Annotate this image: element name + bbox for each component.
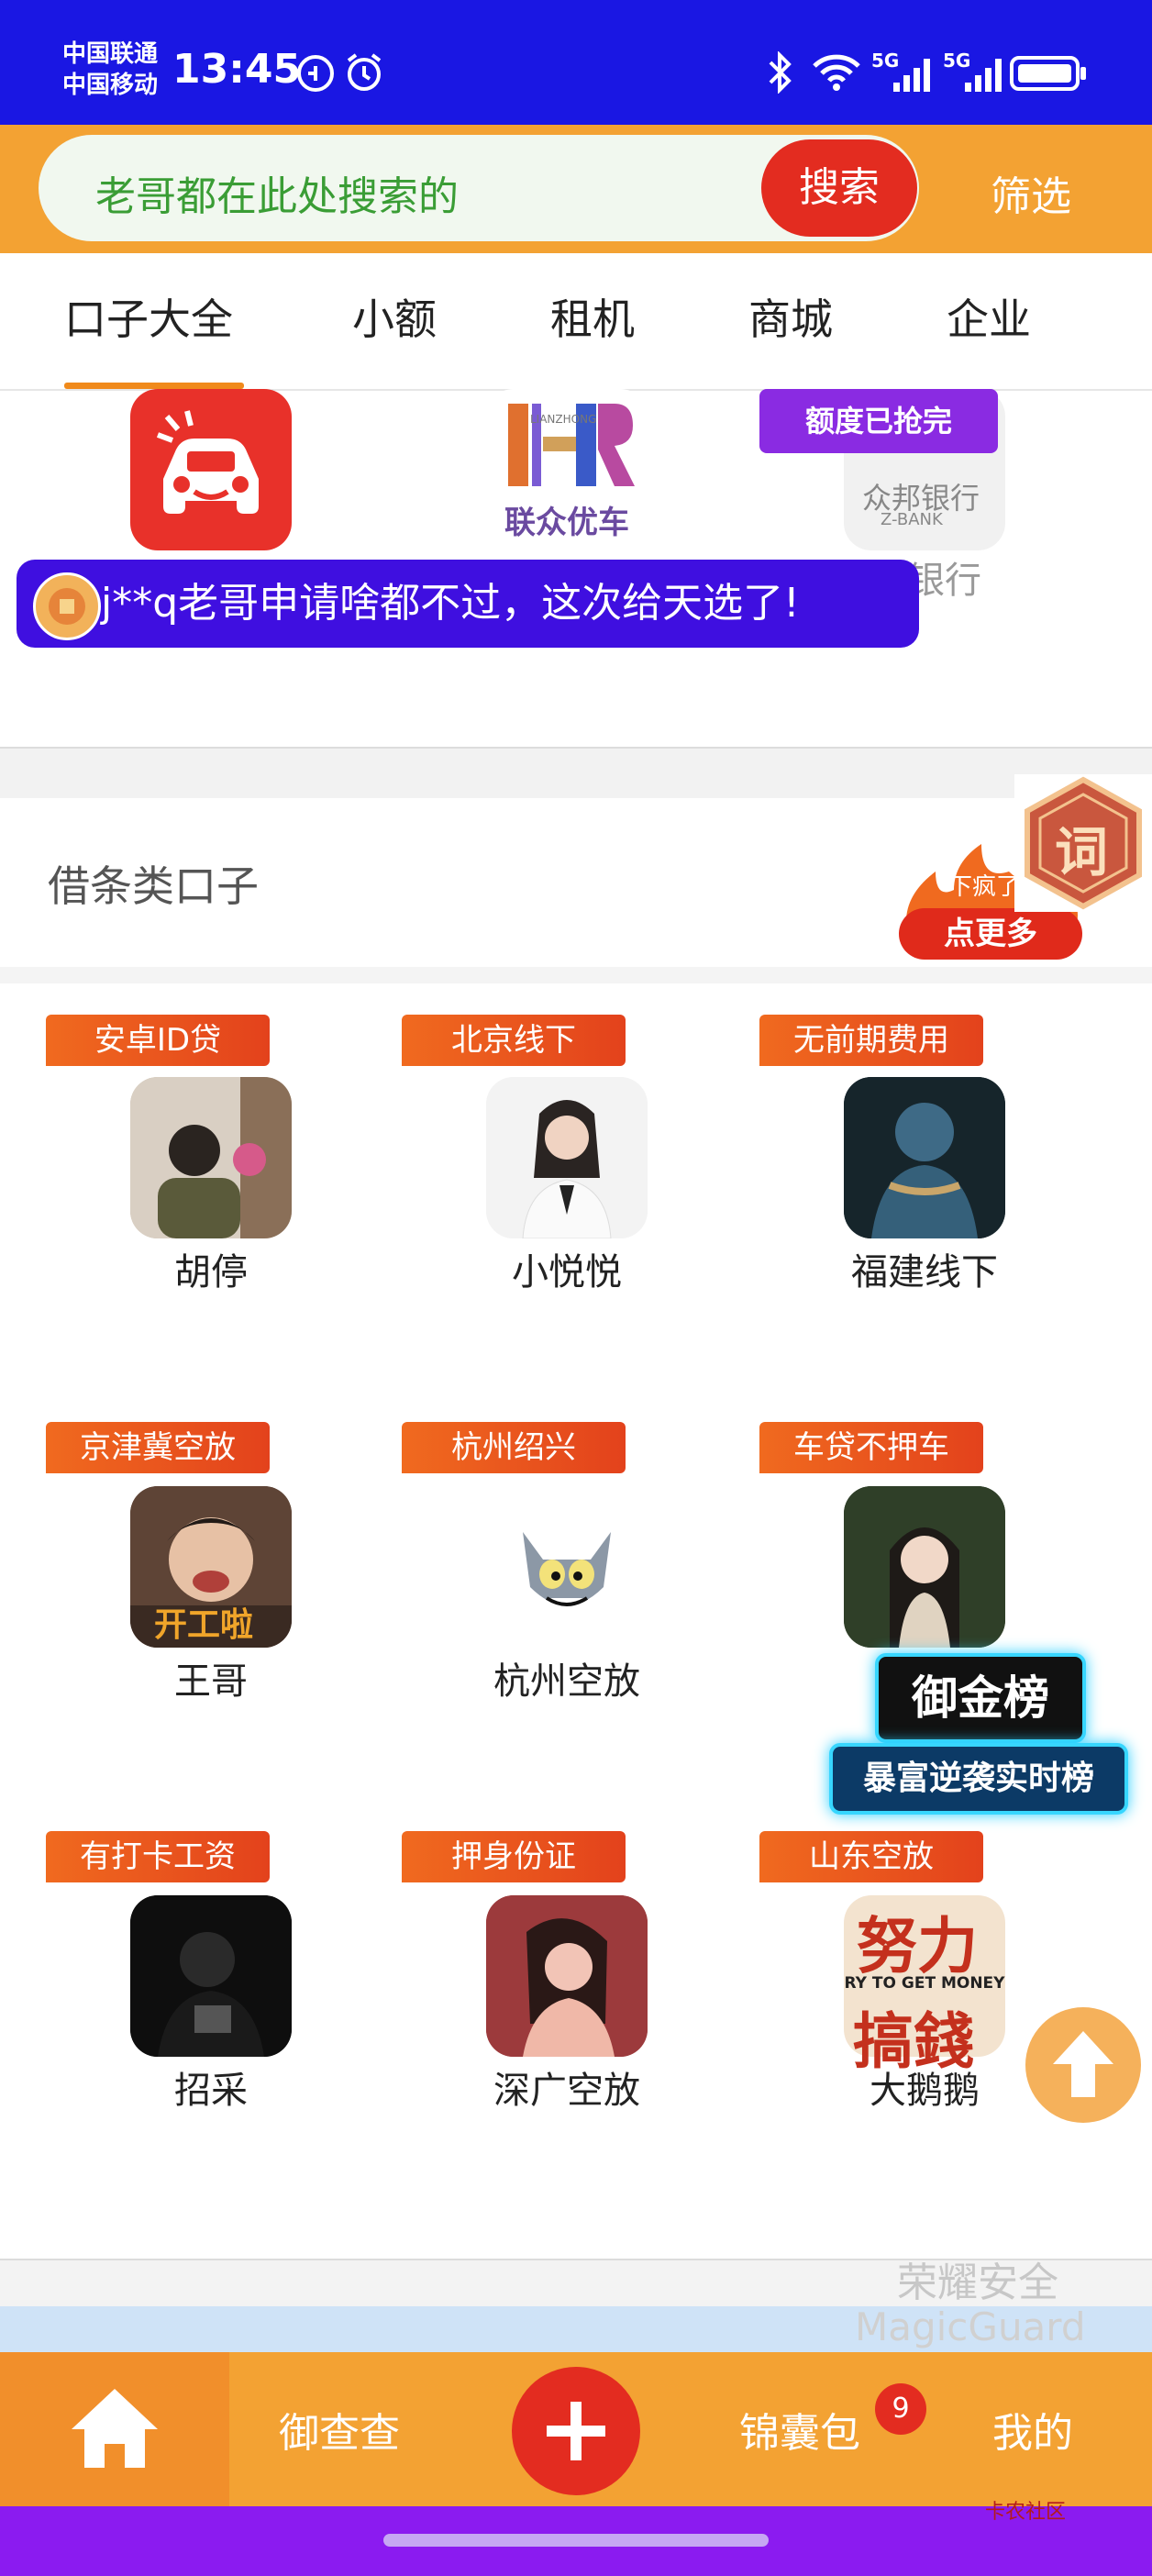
- quota-sold-out-badge: 额度已抢完: [759, 389, 998, 453]
- nav-home[interactable]: [0, 2352, 229, 2506]
- loan-item-name[interactable]: 杭州空放: [429, 1651, 704, 1704]
- ticker-avatar: [33, 572, 101, 640]
- ranking-button[interactable]: 御金榜: [875, 1653, 1086, 1743]
- alarm-icon: [343, 51, 385, 97]
- tab-koudaquan[interactable]: 口子大全: [64, 286, 233, 347]
- clock-time: 13:45: [172, 46, 302, 93]
- watermark-line2: MagicGuard: [855, 2304, 1086, 2349]
- grid-tag: 车贷不押车: [759, 1422, 983, 1473]
- loan-item-name[interactable]: 福建线下: [787, 1242, 1062, 1295]
- loan-item-name[interactable]: 深广空放: [429, 2060, 704, 2114]
- grid-tag: 京津冀空放: [46, 1422, 270, 1473]
- tab-shangcheng[interactable]: 商城: [748, 286, 833, 347]
- nav-jinnangbao[interactable]: 锦囊包: [739, 2400, 860, 2459]
- loan-item-image[interactable]: [844, 1077, 1005, 1238]
- section-gap: [0, 967, 1152, 983]
- nav-mine[interactable]: 我的: [992, 2400, 1073, 2459]
- carrier-2: 中国移动: [62, 72, 159, 99]
- search-button[interactable]: 搜索: [761, 139, 917, 237]
- tab-active-indicator: [64, 383, 244, 389]
- ranking-subtitle-button[interactable]: 暴富逆袭实时榜: [829, 1743, 1128, 1815]
- grid-tag: 杭州绍兴: [402, 1422, 626, 1473]
- ticker-text: j**q老哥申请啥都不过，这次给天选了!: [101, 580, 800, 627]
- signal-icon-1: [890, 55, 936, 97]
- image-caption-top: 努力: [857, 1910, 978, 1982]
- lianzhong-logo-sub: LIANZHONG: [530, 413, 597, 426]
- grid-tag: 有打卡工资: [46, 1831, 270, 1882]
- loan-item-name[interactable]: 大鹅鹅: [787, 2060, 1062, 2114]
- corner-watermark: 卡农社区: [985, 2501, 1067, 2524]
- lianzhong-logo-text: 联众优车: [504, 505, 629, 541]
- carrier-1: 中国联通: [62, 40, 159, 68]
- signal-icon-2: [961, 55, 1007, 97]
- nav-yuchacha[interactable]: 御查查: [279, 2400, 400, 2459]
- loan-item-name[interactable]: 招采: [73, 2060, 349, 2114]
- battery-icon: [1009, 55, 1088, 95]
- grid-tag: 北京线下: [402, 1015, 626, 1066]
- announcement-ticker: j**q老哥申请啥都不过，这次给天选了!: [17, 560, 919, 648]
- floating-badge-text: 词: [1055, 821, 1109, 883]
- scroll-top-button[interactable]: [1025, 2007, 1141, 2123]
- grid-tag: 押身份证: [402, 1831, 626, 1882]
- tab-qiye[interactable]: 企业: [947, 286, 1031, 347]
- plus-icon: [547, 2402, 605, 2460]
- gesture-handle[interactable]: [383, 2534, 769, 2547]
- loan-item-image[interactable]: [486, 1895, 648, 2057]
- loan-item-name[interactable]: 胡停: [73, 1242, 349, 1295]
- tab-zuji[interactable]: 租机: [550, 286, 635, 347]
- wifi-icon: [811, 53, 862, 95]
- grid-tag: 无前期费用: [759, 1015, 983, 1066]
- home-icon: [72, 2389, 158, 2468]
- image-caption: 开工啦: [154, 1606, 254, 1644]
- loan-item-image[interactable]: [486, 1077, 648, 1238]
- loan-item-image[interactable]: [486, 1486, 648, 1648]
- section-divider: [0, 747, 1152, 800]
- bluetooth-icon: [767, 50, 794, 97]
- grid-tag: 山东空放: [759, 1831, 983, 1882]
- loan-section-title: 借条类口子: [48, 861, 259, 911]
- loan-item-image[interactable]: [130, 1077, 292, 1238]
- add-button[interactable]: [512, 2367, 640, 2495]
- loan-item-name[interactable]: 王哥: [73, 1651, 349, 1704]
- car-app-icon[interactable]: [130, 389, 292, 550]
- search-placeholder: 老哥都在此处搜索的: [95, 173, 459, 220]
- more-hot-text: 下疯了: [948, 873, 1021, 901]
- loan-item-image[interactable]: [130, 1895, 292, 2057]
- zbank-logo-sub: Z-BANK: [881, 510, 943, 529]
- more-button[interactable]: 点更多: [899, 908, 1082, 960]
- image-caption-middle: RY TO GET MONEY: [844, 1974, 1005, 1993]
- notification-badge: 9: [875, 2383, 926, 2435]
- grid-tag: 安卓ID贷: [46, 1015, 270, 1066]
- filter-button[interactable]: 筛选: [991, 163, 1071, 222]
- loan-item-image[interactable]: [844, 1486, 1005, 1648]
- watermark-line1: 荣耀安全: [897, 2260, 1058, 2306]
- tab-xiaoe[interactable]: 小额: [352, 286, 437, 347]
- loan-item-name[interactable]: 小悦悦: [429, 1242, 704, 1295]
- data-saver-icon: [295, 53, 336, 97]
